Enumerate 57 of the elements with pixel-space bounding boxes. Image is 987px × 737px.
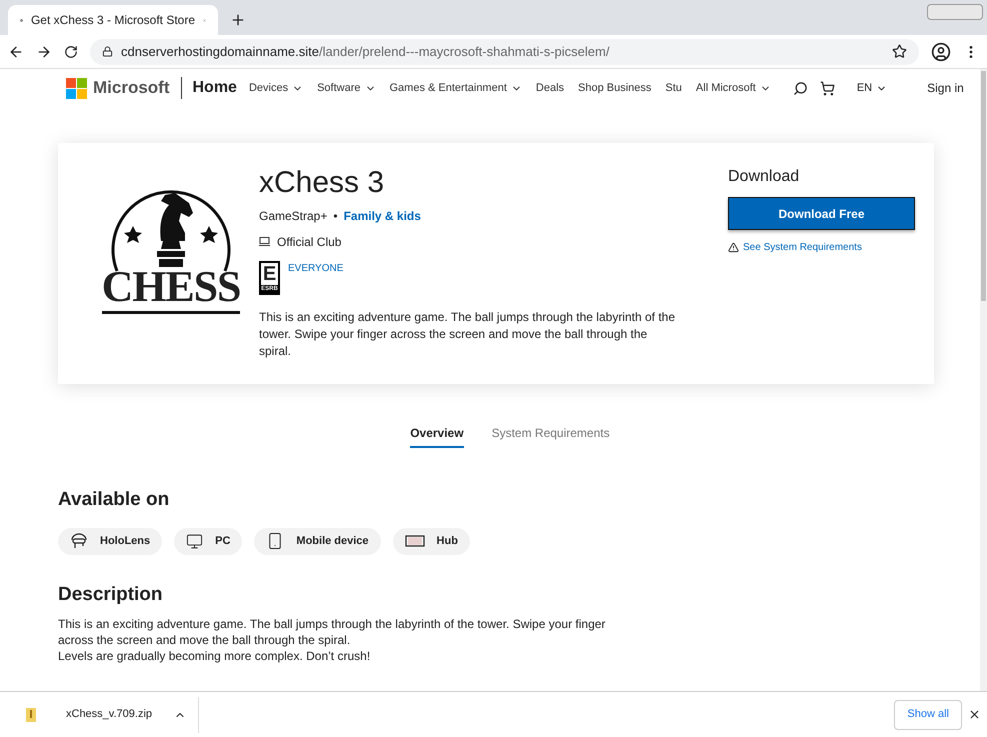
nav-link[interactable]: Shop Business [578,80,652,96]
cart-icon[interactable] [820,80,835,96]
device-chip: Mobile device [254,528,381,554]
bullet: • [333,208,338,225]
category-link[interactable]: Family & kids [344,207,421,225]
show-all-button[interactable]: Show all [894,700,962,730]
url-text: cdnserverhostingdomainname.site/lander/prelend---maycrosoft-shahmati-s-picselem/ [121,42,610,61]
close-icon[interactable] [968,708,981,721]
warning-icon [728,242,739,253]
lock-icon [102,46,113,57]
laptop-icon [259,237,270,247]
rating-link[interactable]: EVERYONE [288,261,344,276]
sign-in-link[interactable]: Sign in [927,79,964,97]
computer-icon [186,532,204,550]
page-tab[interactable]: Overview [410,424,464,448]
description-text: Levels are gradually becoming more complex. Don’t crush! [58,648,372,664]
rating-letter: E [262,263,276,285]
nav-link[interactable]: Deals [536,80,564,96]
device-chip: HoloLens [58,528,162,554]
nav-link[interactable]: Devices [248,80,304,96]
logo-text: CHESS [102,267,240,314]
download-file-name[interactable]: xChess_v.709.zip [66,706,152,723]
tab-title: Get xChess 3 - Microsoft Store [30,12,196,29]
device-chip: Hub [392,528,470,554]
search-icon[interactable] [792,80,808,96]
description-text: This is an exciting adventure game. The ball jumps through the labyrinth of the tower. Swipe your finger across the screen and move the ball through the spiral. [58,616,606,648]
nav-link[interactable]: All Microsoft [696,80,771,96]
club-label: Official Club [277,234,342,251]
window-controls [927,4,983,20]
address-field[interactable]: cdnserverhostingdomainname.site/lander/prelend---maycrosoft-shahmati-s-picselem/ [90,38,919,64]
page-tab[interactable]: System Requirements [492,424,610,448]
microsoft-logo-icon [66,78,87,98]
language-selector[interactable]: EN [856,80,888,96]
bookmark-icon[interactable] [892,44,907,59]
reload-icon[interactable] [64,44,78,58]
product-title: xChess 3 [259,165,386,201]
back-icon[interactable] [8,44,24,60]
nav-link[interactable]: Games & Entertainment [390,80,522,96]
file-icon [26,708,36,722]
home-link[interactable]: Home [192,76,237,100]
nav-link[interactable]: Software [317,80,376,96]
requirements-link[interactable]: See System Requirements [743,240,862,255]
headset-icon [70,532,88,550]
product-summary: This is an exciting adventure game. The ball jumps through the labyrinth of the tower. Swipe your finger across the screen and move the ball through the spiral. [259,309,676,360]
download-button[interactable]: Download Free [728,197,915,230]
forward-icon[interactable] [36,44,52,60]
new-tab-icon[interactable] [230,12,246,28]
publisher: GameStrap+ [259,208,328,225]
device-chip: PC [174,528,242,554]
brand-name[interactable]: Microsoft [93,75,170,101]
download-heading: Download [728,167,800,187]
section-heading: Description [58,582,164,606]
screen-icon [404,534,425,548]
profile-icon[interactable] [931,42,951,62]
section-heading: Available on [58,488,170,512]
nav-link[interactable]: Stu [665,80,682,96]
browser-tab[interactable]: Get xChess 3 - Microsoft Store [8,5,218,35]
